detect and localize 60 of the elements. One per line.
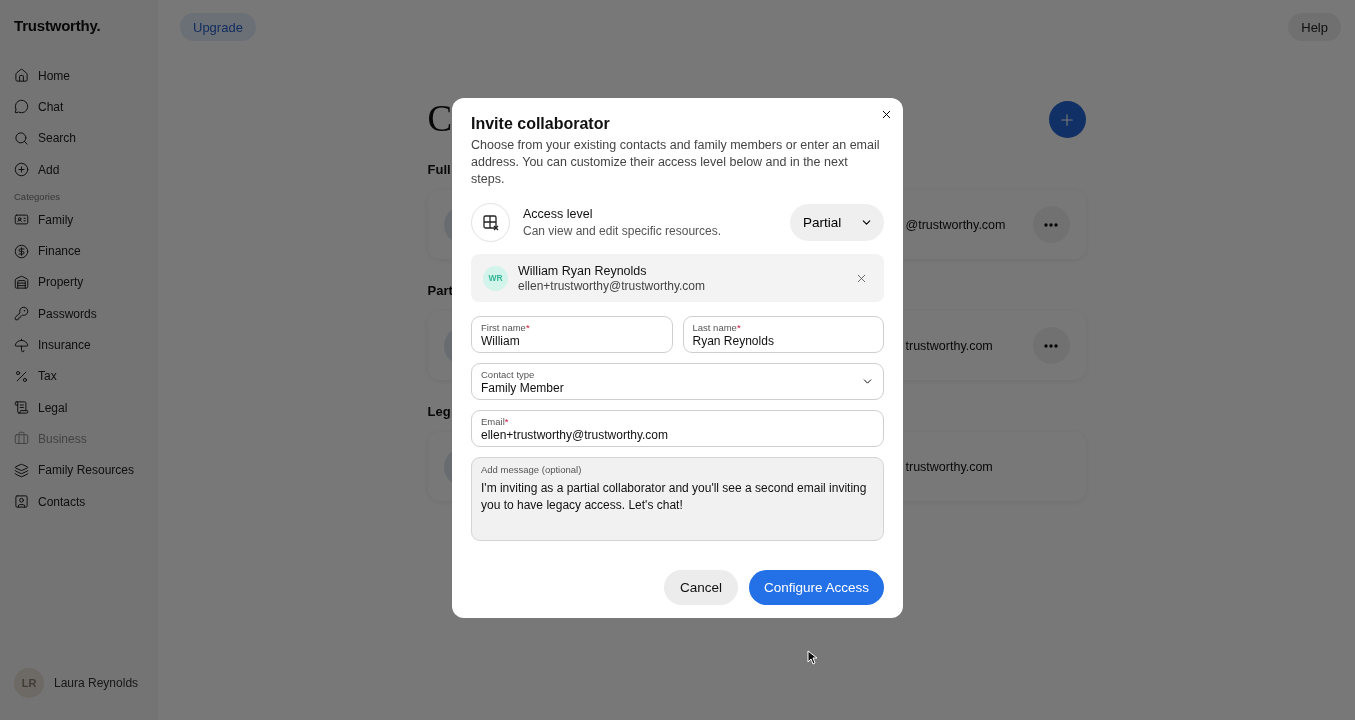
more-button[interactable]: [1032, 327, 1070, 364]
document-icon: [14, 400, 29, 416]
more-button[interactable]: [1032, 206, 1070, 243]
id-card-icon: [14, 212, 29, 228]
contact-email: trustworthy.com: [905, 338, 993, 353]
dialog-title: Invite collaborator: [471, 114, 611, 134]
nav-item[interactable]: Family Resources: [14, 454, 158, 486]
select-field[interactable]: Contact type Family Member: [471, 363, 884, 400]
upgrade-button[interactable]: Upgrade: [180, 13, 256, 41]
cancel-button[interactable]: Cancel: [663, 570, 738, 605]
layers-icon: [14, 462, 29, 478]
percent-icon: [14, 368, 29, 384]
nav-item[interactable]: Passwords: [14, 298, 158, 330]
contact-name: William Ryan Reynolds: [518, 263, 648, 278]
close-icon: [880, 108, 893, 121]
nav-item[interactable]: Finance: [14, 235, 158, 267]
section-title: Leg: [427, 404, 451, 421]
nav-item[interactable]: Family: [14, 204, 158, 236]
home-icon: [14, 68, 29, 84]
nav-item[interactable]: Home: [14, 60, 158, 92]
user-name: Laura Reynolds: [54, 676, 139, 690]
section-title: Part: [427, 283, 453, 300]
more-icon: [1044, 343, 1058, 348]
access-label: Access level: [523, 207, 594, 221]
plus-circle-icon: [14, 162, 29, 178]
dollar-icon: [14, 243, 29, 259]
contact-avatar: WR: [483, 265, 508, 291]
contact-email: trustworthy.com: [905, 459, 993, 474]
cursor-icon: [807, 650, 817, 665]
more-icon: [1044, 222, 1058, 227]
nav-item[interactable]: Insurance: [14, 329, 158, 361]
message-field[interactable]: Add message (optional) I'm inviting as a partial collaborator and you'll see a second email inviting you to have legacy access. Let's chat!: [471, 457, 884, 541]
contact-email: @trustworthy.com: [905, 217, 1006, 232]
access-dropdown[interactable]: Partial: [790, 204, 884, 241]
page-heading: C: [427, 99, 453, 139]
nav-item[interactable]: Legal: [14, 391, 158, 424]
key-icon: [14, 306, 29, 322]
nav-item[interactable]: Tax: [14, 360, 158, 392]
dialog-description: Choose from your existing contacts and family members or enter an email address. You can customize their access level below and in the next steps.: [471, 137, 881, 188]
contact-email: ellen+trustworthy@trustworthy.com: [518, 278, 706, 293]
nav-item[interactable]: Property: [14, 266, 158, 299]
search-icon: [14, 130, 29, 146]
input-field[interactable]: First name* William: [471, 316, 673, 353]
house-icon: [14, 274, 29, 290]
input-field[interactable]: Email* ellen+trustworthy@trustworthy.com: [471, 410, 884, 447]
add-button[interactable]: [1048, 101, 1086, 138]
nav-item[interactable]: Add: [14, 153, 158, 186]
umbrella-icon: [14, 337, 29, 353]
logo: Trustworthy.: [14, 17, 102, 34]
input-field[interactable]: Last name* Ryan Reynolds: [682, 316, 884, 353]
nav-item[interactable]: Chat: [14, 91, 158, 123]
configure-access-button[interactable]: Configure Access: [748, 570, 884, 605]
chat-bubble-icon: [14, 99, 29, 115]
contact-icon: [14, 494, 29, 509]
section-title: Full: [427, 162, 451, 179]
nav-item[interactable]: Search: [14, 122, 158, 154]
help-button[interactable]: Help: [1288, 13, 1341, 41]
nav-item[interactable]: Contacts: [14, 485, 158, 518]
briefcase-icon: [14, 431, 29, 447]
access-description: Can view and edit specific resources.: [523, 224, 722, 238]
